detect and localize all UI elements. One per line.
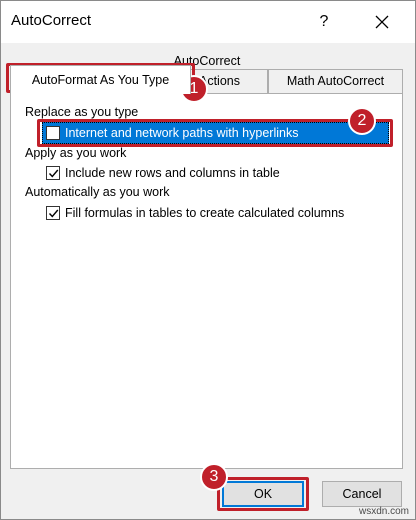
option-fill-formulas[interactable]: Fill formulas in tables to create calcul… xyxy=(46,204,344,222)
check-icon xyxy=(48,209,59,218)
dialog-title: AutoCorrect xyxy=(11,12,92,29)
check-icon xyxy=(48,169,59,178)
title-bar: AutoCorrect ? xyxy=(1,1,415,43)
option-include-rows-columns[interactable]: Include new rows and columns in table xyxy=(46,164,280,182)
checkbox-include-rows-columns[interactable] xyxy=(46,166,60,180)
tab-autoformat-as-you-type[interactable]: AutoFormat As You Type xyxy=(10,65,191,94)
autocorrect-dialog: AutoCorrect ? AutoCorrect Actions Math A… xyxy=(0,0,416,520)
callout-highlight-option xyxy=(37,119,393,147)
help-button[interactable]: ? xyxy=(307,7,341,37)
callout-badge-2: 2 xyxy=(348,107,376,135)
checkbox-fill-formulas[interactable] xyxy=(46,206,60,220)
group-label-replace: Replace as you type xyxy=(25,105,139,119)
callout-highlight-ok xyxy=(217,477,309,511)
watermark: wsxdn.com xyxy=(359,506,410,517)
close-icon xyxy=(375,15,389,29)
close-button[interactable] xyxy=(365,7,399,37)
tab-math-autocorrect[interactable]: Math AutoCorrect xyxy=(268,69,403,93)
callout-badge-3: 3 xyxy=(200,463,228,491)
group-label-automatically: Automatically as you work xyxy=(25,185,170,199)
cancel-button[interactable]: Cancel xyxy=(322,481,402,507)
group-label-apply: Apply as you work xyxy=(25,146,127,160)
option-label: Fill formulas in tables to create calcul… xyxy=(65,206,345,220)
option-label: Include new rows and columns in table xyxy=(65,166,280,180)
